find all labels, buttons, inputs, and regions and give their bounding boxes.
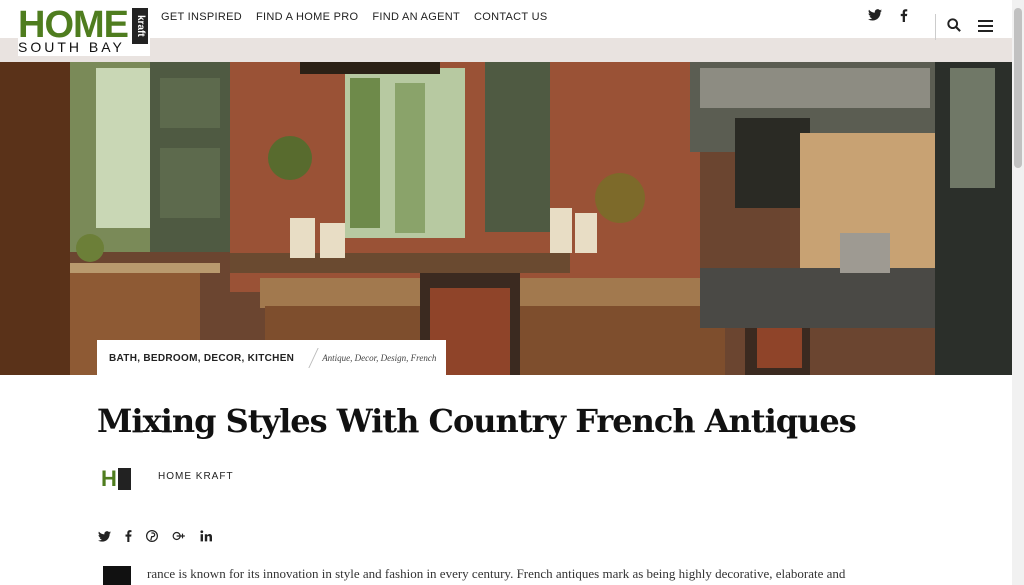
site-logo[interactable]: HOME kraft SOUTH BAY <box>18 6 150 56</box>
author-avatar-letter: H <box>101 466 117 491</box>
site-header: HOME kraft SOUTH BAY GET INSPIRED FIND A… <box>0 0 1012 56</box>
post-categories[interactable]: BATH, BEDROOM, DECOR, KITCHEN <box>109 353 294 364</box>
share-bar <box>98 530 212 542</box>
logo-kraft-badge: kraft <box>132 8 148 44</box>
header-social <box>868 9 908 22</box>
hero-top-overlay <box>0 38 1012 62</box>
header-divider <box>935 14 936 40</box>
pinterest-share-icon[interactable] <box>146 530 158 542</box>
google-plus-share-icon[interactable] <box>172 530 186 542</box>
twitter-share-icon[interactable] <box>98 530 111 542</box>
post-meta-box: BATH, BEDROOM, DECOR, KITCHEN Antique, D… <box>97 340 447 376</box>
linkedin-share-icon[interactable] <box>200 530 212 542</box>
main-nav: GET INSPIRED FIND A HOME PRO FIND AN AGE… <box>161 11 547 23</box>
nav-find-home-pro[interactable]: FIND A HOME PRO <box>256 11 358 23</box>
author-name[interactable]: HOME KRAFT <box>158 471 234 482</box>
dropcap-letter <box>103 566 131 585</box>
facebook-icon[interactable] <box>900 9 908 22</box>
kitchen-photo <box>0 38 1012 375</box>
post-tags[interactable]: Antique, Decor, Design, French <box>322 353 436 363</box>
post-excerpt: rance is known for its innovation in sty… <box>147 566 846 581</box>
search-icon[interactable] <box>947 18 961 32</box>
nav-contact-us[interactable]: CONTACT US <box>474 11 548 23</box>
post-title: Mixing Styles With Country French Antiqu… <box>97 402 857 440</box>
meta-separator <box>297 348 319 368</box>
scrollbar-thumb[interactable] <box>1014 8 1022 168</box>
nav-find-agent[interactable]: FIND AN AGENT <box>372 11 460 23</box>
twitter-icon[interactable] <box>868 9 882 21</box>
author-avatar-badge <box>118 468 131 490</box>
author-avatar[interactable]: H <box>101 467 131 491</box>
hero-kitchen-image <box>0 38 1012 375</box>
facebook-share-icon[interactable] <box>125 530 132 542</box>
logo-subtitle: SOUTH BAY <box>18 39 125 55</box>
hamburger-menu-icon[interactable] <box>978 20 993 32</box>
nav-get-inspired[interactable]: GET INSPIRED <box>161 11 242 23</box>
